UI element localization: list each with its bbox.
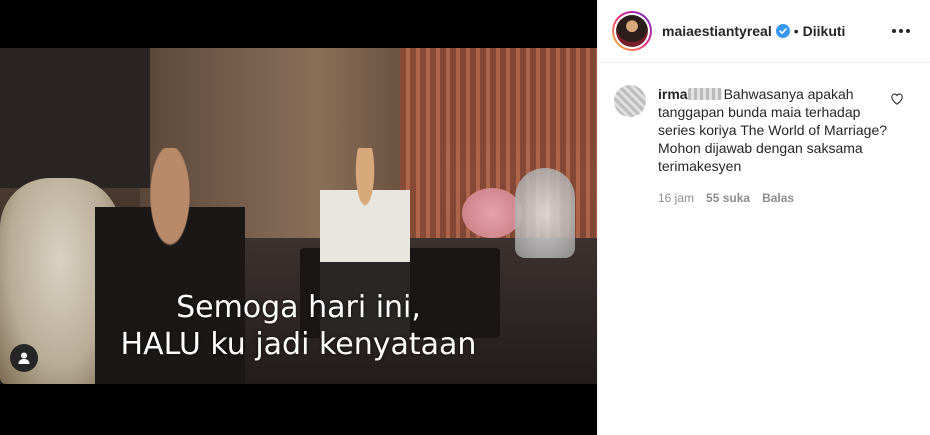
comment-body: irma Bahwasanya apakah tanggapan bunda ma… [658,85,898,207]
glass-sculpture [515,168,575,258]
post-header: maiaestiantyreal • Diikuti [598,0,930,63]
comment-meta: 16 jam 55 suka Balas [658,189,898,207]
user-tag-button[interactable] [10,344,38,372]
video-caption-line-1: Semoga hari ini, [176,290,421,325]
follow-status-button[interactable]: Diikuti [803,23,846,39]
comment-likes[interactable]: 55 suka [706,189,750,207]
post-side-panel: maiaestiantyreal • Diikuti irma Bahwasany… [597,0,930,435]
verified-badge-icon [775,24,790,38]
comment-time[interactable]: 16 jam [658,189,694,207]
more-options-button[interactable] [888,25,914,37]
comment-item: irma Bahwasanya apakah tanggapan bunda ma… [598,63,930,207]
commenter-username[interactable]: irma [658,86,688,102]
commenter-avatar[interactable] [614,85,646,117]
more-options-icon [892,29,896,33]
reply-button[interactable]: Balas [762,189,794,207]
profile-avatar[interactable] [612,11,652,51]
post-username[interactable]: maiaestiantyreal [662,23,772,39]
media-area: Semoga hari ini, HALU ku jadi kenyataan [0,0,597,435]
comment-text-block: irma Bahwasanya apakah tanggapan bunda ma… [658,85,898,175]
heart-icon[interactable] [890,92,904,106]
instagram-post-view: Semoga hari ini, HALU ku jadi kenyataan … [0,0,930,435]
flower-vase [462,188,522,238]
user-tag-icon [18,352,30,364]
video-caption-line-2: HALU ku jadi kenyataan [120,327,477,362]
username-redaction [687,88,722,100]
profile-avatar-image [616,15,648,47]
header-separator: • [793,23,799,39]
